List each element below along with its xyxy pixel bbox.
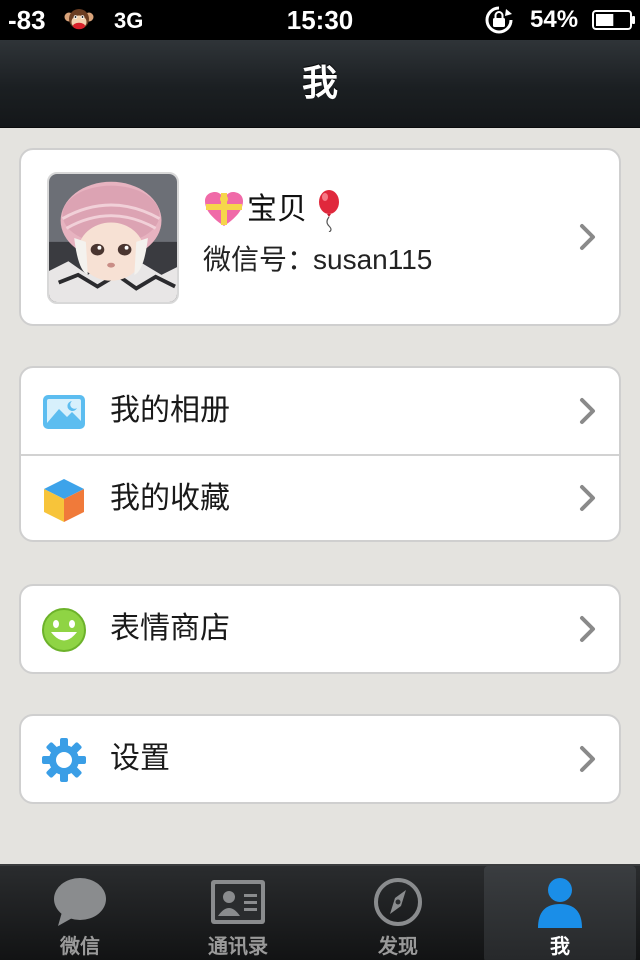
smiley-icon	[42, 608, 86, 652]
menu-item-settings[interactable]: 设置	[21, 716, 619, 802]
contact-card-icon	[211, 880, 265, 924]
page-title: 我	[301, 63, 338, 104]
gear-icon	[42, 738, 86, 782]
profile-name: 宝贝	[247, 192, 307, 227]
tab-me[interactable]: 我	[484, 866, 636, 960]
menu-item-sticker-store[interactable]: 表情商店	[21, 586, 619, 672]
chevron-right-icon	[580, 398, 595, 424]
rotation-lock-icon	[485, 6, 513, 34]
photo-album-icon	[43, 395, 85, 429]
balloon-icon	[319, 190, 339, 232]
menu-label-sticker-store: 表情商店	[110, 611, 230, 646]
avatar[interactable]	[47, 172, 179, 304]
menu-group-settings: 设置	[19, 714, 621, 804]
chevron-right-icon	[580, 224, 595, 250]
wechat-id: susan115	[313, 244, 433, 275]
nav-bar: 我	[0, 40, 640, 128]
gift-heart-icon	[205, 192, 243, 226]
status-bar: -83 3G 15:30 54%	[0, 0, 640, 40]
menu-group-stickers: 表情商店	[19, 584, 621, 674]
tab-label-chats: 微信	[60, 934, 100, 958]
menu-label-album: 我的相册	[110, 393, 230, 428]
tab-chats[interactable]: 微信	[0, 866, 160, 960]
menu-group-personal: 我的相册 我的收藏	[19, 366, 621, 542]
chevron-right-icon	[580, 485, 595, 511]
battery-icon	[592, 10, 635, 30]
cube-icon	[44, 479, 84, 522]
tab-label-me: 我	[550, 934, 570, 958]
tab-label-contacts: 通讯录	[208, 934, 268, 958]
battery-percent: 54%	[530, 6, 579, 33]
tab-contacts[interactable]: 通讯录	[158, 866, 318, 960]
compass-icon	[374, 878, 422, 926]
chat-bubble-icon	[54, 878, 106, 926]
menu-label-settings: 设置	[110, 741, 170, 776]
menu-label-favorites: 我的收藏	[110, 481, 230, 516]
chevron-right-icon	[580, 746, 595, 772]
menu-item-favorites[interactable]: 我的收藏	[21, 454, 619, 540]
menu-item-album[interactable]: 我的相册	[21, 368, 619, 454]
tab-bar: 微信 通讯录 发现 我	[0, 864, 640, 960]
chevron-right-icon	[580, 616, 595, 642]
wechat-id-label: 微信号：	[203, 243, 316, 276]
person-icon	[538, 878, 582, 928]
profile-card[interactable]: 宝贝 微信号： susan115	[19, 148, 621, 326]
tab-label-discover: 发现	[378, 934, 418, 958]
tab-discover[interactable]: 发现	[318, 866, 478, 960]
